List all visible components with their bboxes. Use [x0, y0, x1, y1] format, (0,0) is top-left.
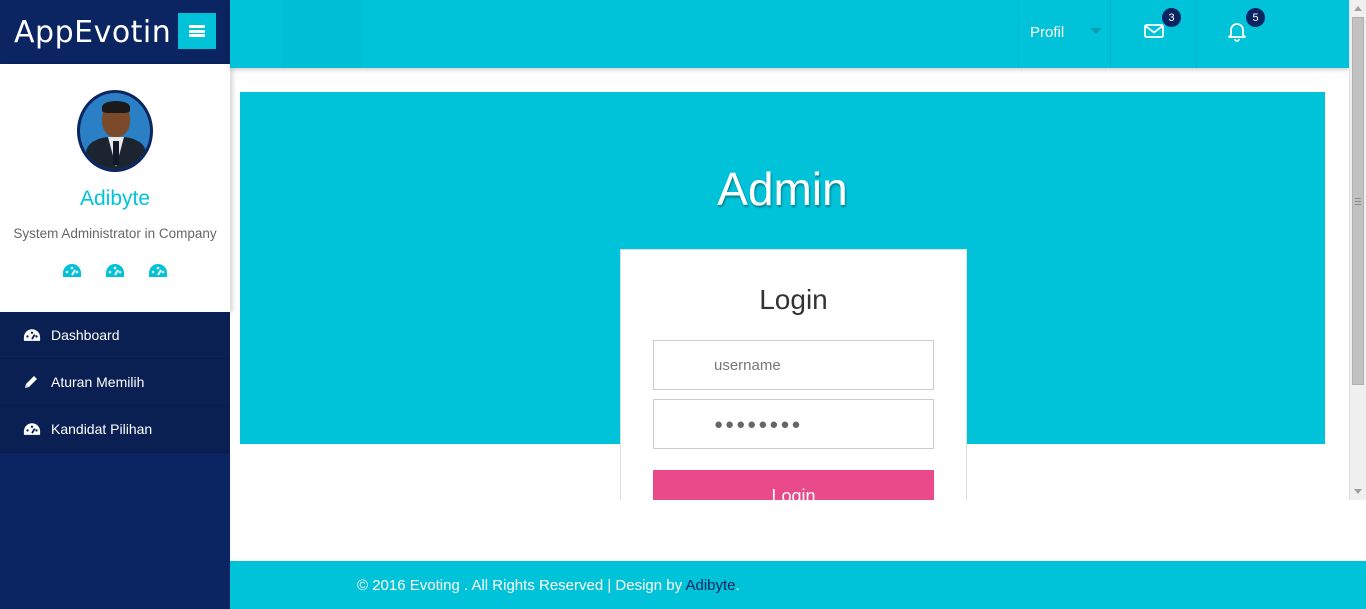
- sidebar-item-dashboard[interactable]: Dashboard: [0, 312, 230, 359]
- divider: [1018, 0, 1019, 68]
- footer-designer-link[interactable]: Adibyte: [685, 577, 735, 594]
- scrollbar[interactable]: [1349, 0, 1366, 500]
- profil-label: Profil: [1030, 23, 1065, 41]
- divider: [1110, 0, 1111, 68]
- password-input[interactable]: [653, 399, 934, 449]
- sidebar-item-label: Aturan Memilih: [51, 374, 145, 390]
- profile-name: Adibyte: [79, 187, 151, 210]
- sidebar-item-kandidat-pilihan[interactable]: Kandidat Pilihan: [0, 406, 230, 453]
- login-button[interactable]: Login: [653, 470, 934, 500]
- profile-panel: Adibyte System Administrator in Company: [0, 64, 230, 312]
- messages-badge: 3: [1162, 8, 1181, 27]
- sidebar-item-label: Dashboard: [51, 327, 120, 343]
- copyright-text: © 2016 Evoting . All Rights Reserved | D…: [357, 577, 686, 594]
- footer: © 2016 Evoting . All Rights Reserved | D…: [230, 561, 1366, 609]
- footer-suffix: .: [735, 577, 740, 594]
- top-bar: Profil 3 5: [230, 0, 1349, 68]
- scroll-down-icon[interactable]: [1354, 489, 1362, 494]
- dashboard-icon[interactable]: [148, 263, 168, 279]
- footer-text: © 2016 Evoting . All Rights Reserved | D…: [357, 577, 740, 594]
- profile-icons: [0, 263, 230, 279]
- bell-icon: [1228, 23, 1246, 42]
- notifications-badge: 5: [1246, 8, 1265, 27]
- profile-role: System Administrator in Company: [13, 226, 217, 241]
- login-title: Login: [759, 284, 828, 315]
- login-card: Login Login: [620, 249, 967, 500]
- sidebar-item-label: Kandidat Pilihan: [51, 421, 153, 437]
- page-title: Admin: [717, 163, 848, 215]
- avatar: [77, 90, 153, 172]
- sidebar: AppEvotin Adibyte System Administrator i…: [0, 0, 230, 609]
- dashboard-icon[interactable]: [105, 263, 125, 279]
- scroll-thumb[interactable]: [1352, 17, 1364, 385]
- sidebar-item-aturan-memilih[interactable]: Aturan Memilih: [0, 359, 230, 406]
- notifications-button[interactable]: [1226, 20, 1250, 44]
- scroll-up-icon[interactable]: [1354, 6, 1362, 11]
- menu-toggle-button[interactable]: [178, 13, 216, 49]
- dashboard-icon: [23, 421, 41, 437]
- menu-bars-icon: [189, 25, 205, 37]
- topbar-block: [283, 0, 363, 68]
- dashboard-icon: [23, 327, 41, 343]
- brand-title[interactable]: AppEvotin: [14, 15, 171, 50]
- divider: [1196, 0, 1197, 68]
- dashboard-icon[interactable]: [62, 263, 82, 279]
- sidebar-nav: Dashboard Aturan Memilih Kandidat Piliha…: [0, 312, 230, 453]
- envelope-icon: [1144, 24, 1164, 38]
- pencil-icon: [23, 374, 41, 390]
- chevron-down-icon[interactable]: [1090, 28, 1102, 34]
- username-input[interactable]: [653, 340, 934, 390]
